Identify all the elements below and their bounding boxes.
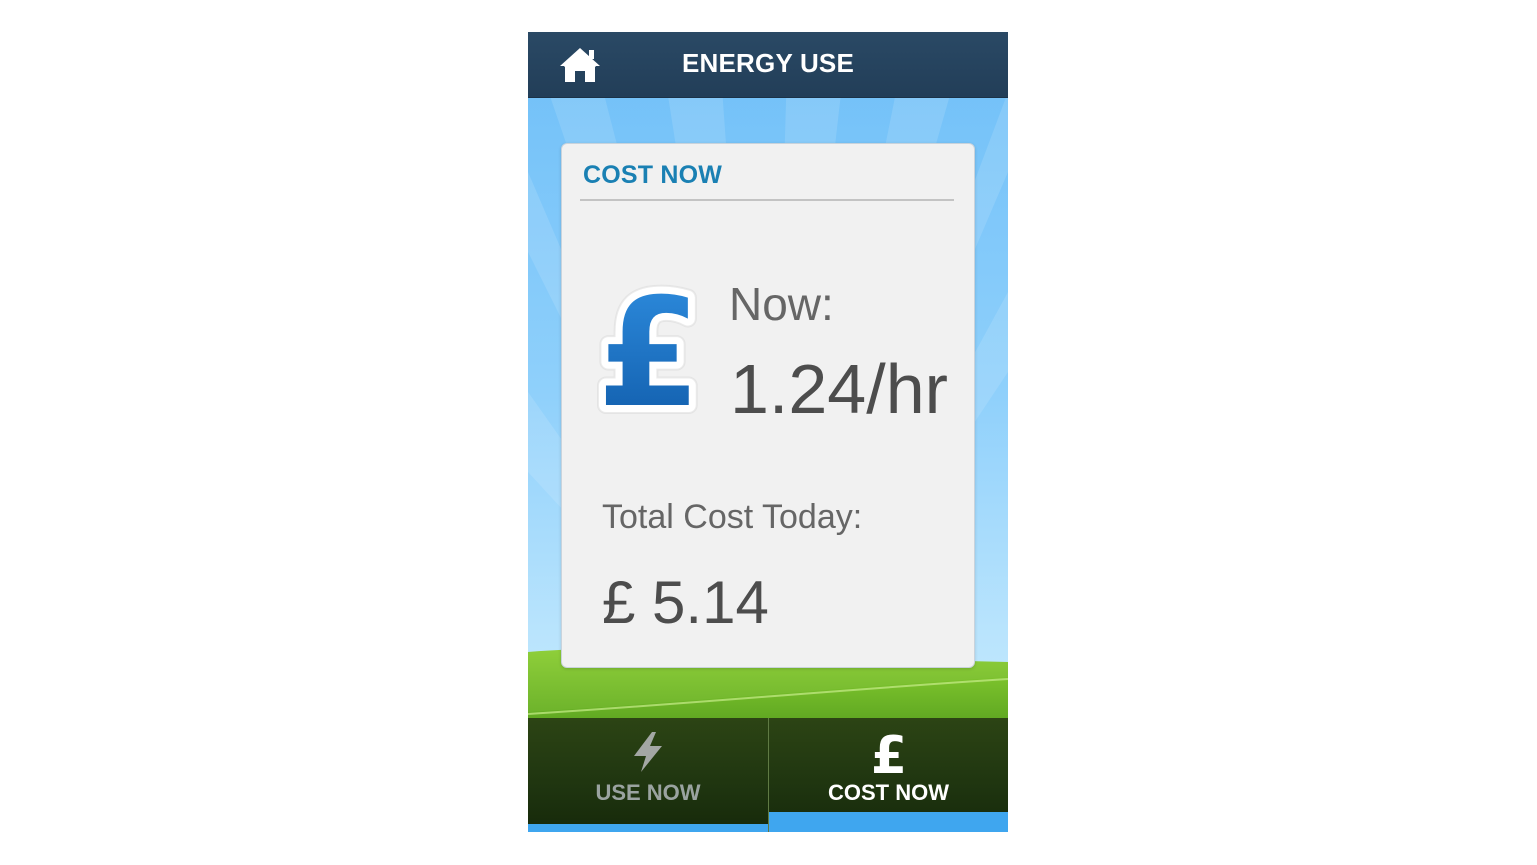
svg-text:£: £ [870, 730, 906, 778]
pound-icon: £ £ £ £ [588, 280, 710, 424]
cost-now-card: COST NOW £ £ £ £ Now: 1.24/hr Total Cost… [561, 143, 975, 668]
energy-app-screen: ENERGY USE COST NOW £ £ £ £ Now: 1.24/hr… [528, 32, 1008, 832]
tab-icon-wrapper [528, 730, 768, 779]
tab-label: COST NOW [828, 780, 949, 805]
page-title: ENERGY USE [681, 48, 854, 78]
divider [580, 199, 954, 201]
bottom-tab-bar: USE NOW £ COST NOW [528, 718, 1008, 832]
now-label: Now: [729, 278, 834, 330]
pound-icon: £ [870, 726, 906, 786]
total-cost-label: Total Cost Today: [602, 498, 863, 536]
svg-text:£: £ [597, 280, 701, 424]
now-cost-value: 1.24/hr [730, 350, 948, 428]
card-title: COST NOW [583, 161, 723, 189]
tab-cost-now[interactable]: £ COST NOW [768, 718, 1008, 832]
active-tab-indicator [769, 812, 1008, 832]
tab-use-now[interactable]: USE NOW [528, 718, 768, 832]
tab-label: USE NOW [595, 780, 701, 805]
tab-icon-wrapper: £ [769, 726, 1008, 786]
tab-indicator [528, 824, 768, 832]
top-bar: ENERGY USE [528, 32, 1008, 98]
lightning-icon [634, 732, 662, 772]
total-cost-value: £ 5.14 [602, 569, 769, 636]
